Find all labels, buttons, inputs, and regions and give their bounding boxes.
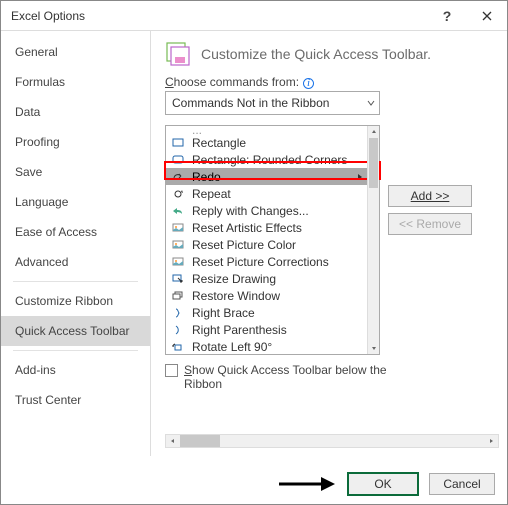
dialog-footer: OK Cancel xyxy=(347,472,495,496)
dropdown-value: Commands Not in the Ribbon xyxy=(172,96,329,110)
command-label: Redo xyxy=(192,170,221,184)
sidebar-item-add-ins[interactable]: Add-ins xyxy=(1,355,150,385)
command-item[interactable]: Reset Picture Color xyxy=(166,236,367,253)
show-below-ribbon-label: Show Quick Access Toolbar below the Ribb… xyxy=(184,363,405,391)
sidebar-item-save[interactable]: Save xyxy=(1,157,150,187)
command-icon xyxy=(170,323,186,337)
cancel-button[interactable]: Cancel xyxy=(429,473,495,495)
ok-button[interactable]: OK xyxy=(347,472,419,496)
command-item[interactable]: Resize Drawing xyxy=(166,270,367,287)
sidebar-item-language[interactable]: Language xyxy=(1,187,150,217)
command-icon xyxy=(170,340,186,354)
vertical-scrollbar[interactable] xyxy=(367,126,379,354)
sidebar-item-trust-center[interactable]: Trust Center xyxy=(1,385,150,415)
ok-arrow-annotation xyxy=(277,474,337,494)
command-icon xyxy=(170,204,186,218)
command-icon xyxy=(170,306,186,320)
command-item[interactable]: Reply with Changes... xyxy=(166,202,367,219)
command-label: Rectangle xyxy=(192,136,246,150)
command-icon xyxy=(170,238,186,252)
command-item[interactable]: Restore Window xyxy=(166,287,367,304)
sidebar-item-customize-ribbon[interactable]: Customize Ribbon xyxy=(1,286,150,316)
flyout-icon xyxy=(357,170,363,184)
command-label: Reset Picture Corrections xyxy=(192,255,329,269)
command-item[interactable]: Reset Artistic Effects xyxy=(166,219,367,236)
sidebar-item-quick-access-toolbar[interactable]: Quick Access Toolbar xyxy=(1,316,150,346)
main-panel: Customize the Quick Access Toolbar. Choo… xyxy=(151,31,507,456)
command-label: Reset Artistic Effects xyxy=(192,221,302,235)
command-item[interactable]: Right Brace xyxy=(166,304,367,321)
command-label: Restore Window xyxy=(192,289,280,303)
command-icon xyxy=(170,221,186,235)
info-icon[interactable]: i xyxy=(303,78,314,89)
show-below-ribbon-checkbox[interactable] xyxy=(165,364,178,377)
sidebar-item-proofing[interactable]: Proofing xyxy=(1,127,150,157)
choose-commands-label: Choose commands from:i xyxy=(165,75,501,89)
sidebar-item-data[interactable]: Data xyxy=(1,97,150,127)
chevron-down-icon xyxy=(367,96,375,110)
hscroll-thumb[interactable] xyxy=(180,435,220,447)
command-label: Rectangle: Rounded Corners xyxy=(192,153,347,167)
command-item[interactable]: Repeat xyxy=(166,185,367,202)
command-label: Resize Drawing xyxy=(192,272,276,286)
scroll-left-icon[interactable] xyxy=(166,435,180,447)
panel-heading: Customize the Quick Access Toolbar. xyxy=(201,46,431,62)
command-label: Right Parenthesis xyxy=(192,323,287,337)
command-label: Rotate Left 90° xyxy=(192,340,272,354)
command-icon xyxy=(170,136,186,150)
scroll-right-icon[interactable] xyxy=(484,435,498,447)
sidebar-item-formulas[interactable]: Formulas xyxy=(1,67,150,97)
command-icon xyxy=(170,187,186,201)
command-icon xyxy=(170,170,186,184)
commands-listbox[interactable]: ...RectangleRectangle: Rounded CornersRe… xyxy=(165,125,380,355)
choose-commands-dropdown[interactable]: Commands Not in the Ribbon xyxy=(165,91,380,115)
sidebar-item-advanced[interactable]: Advanced xyxy=(1,247,150,277)
command-label: Repeat xyxy=(192,187,231,201)
command-label: Right Brace xyxy=(192,306,255,320)
command-icon xyxy=(170,289,186,303)
window-title: Excel Options xyxy=(11,9,427,23)
command-item[interactable]: Redo xyxy=(166,168,367,185)
scroll-up-icon[interactable] xyxy=(368,126,379,138)
qat-icon xyxy=(165,41,191,67)
command-label: Reply with Changes... xyxy=(192,204,309,218)
command-icon xyxy=(170,272,186,286)
command-icon xyxy=(170,255,186,269)
close-button[interactable] xyxy=(467,1,507,31)
command-label: Reset Picture Color xyxy=(192,238,296,252)
category-sidebar: GeneralFormulasDataProofingSaveLanguageE… xyxy=(1,31,151,456)
excel-options-dialog: Excel Options ? GeneralFormulasDataProof… xyxy=(0,0,508,505)
sidebar-item-ease-of-access[interactable]: Ease of Access xyxy=(1,217,150,247)
scroll-down-icon[interactable] xyxy=(368,342,379,354)
command-item[interactable]: Rotate Left 90° xyxy=(166,338,367,354)
command-icon xyxy=(170,153,186,167)
command-item[interactable]: Rectangle xyxy=(166,134,367,151)
remove-button: << Remove xyxy=(388,213,472,235)
help-button[interactable]: ? xyxy=(427,1,467,31)
titlebar: Excel Options ? xyxy=(1,1,507,31)
command-item[interactable]: Reset Picture Corrections xyxy=(166,253,367,270)
command-item[interactable]: Right Parenthesis xyxy=(166,321,367,338)
command-item[interactable]: Rectangle: Rounded Corners xyxy=(166,151,367,168)
close-icon xyxy=(482,11,492,21)
sidebar-item-general[interactable]: General xyxy=(1,37,150,67)
add-button[interactable]: Add >> xyxy=(388,185,472,207)
horizontal-scrollbar[interactable] xyxy=(165,434,499,448)
transfer-buttons: Add >> << Remove xyxy=(388,185,472,355)
scroll-thumb[interactable] xyxy=(369,138,378,188)
